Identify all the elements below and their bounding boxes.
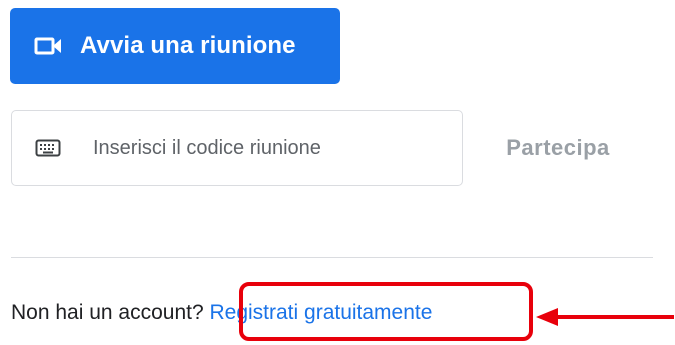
start-meeting-label: Avvia una riunione: [80, 32, 296, 59]
divider: [11, 257, 653, 258]
start-meeting-button[interactable]: Avvia una riunione: [10, 8, 340, 84]
meet-landing: Avvia una riunione Partecipa Non hai un …: [0, 0, 675, 345]
annotation-arrow-icon: [536, 308, 674, 326]
signup-prompt: Non hai un account?: [11, 301, 204, 324]
join-button[interactable]: Partecipa: [478, 110, 638, 186]
meeting-code-field[interactable]: [11, 110, 463, 186]
video-camera-icon: [34, 34, 68, 58]
meeting-code-input[interactable]: [91, 135, 425, 161]
keyboard-icon: [35, 136, 65, 160]
annotation-highlight-box: [239, 282, 533, 341]
